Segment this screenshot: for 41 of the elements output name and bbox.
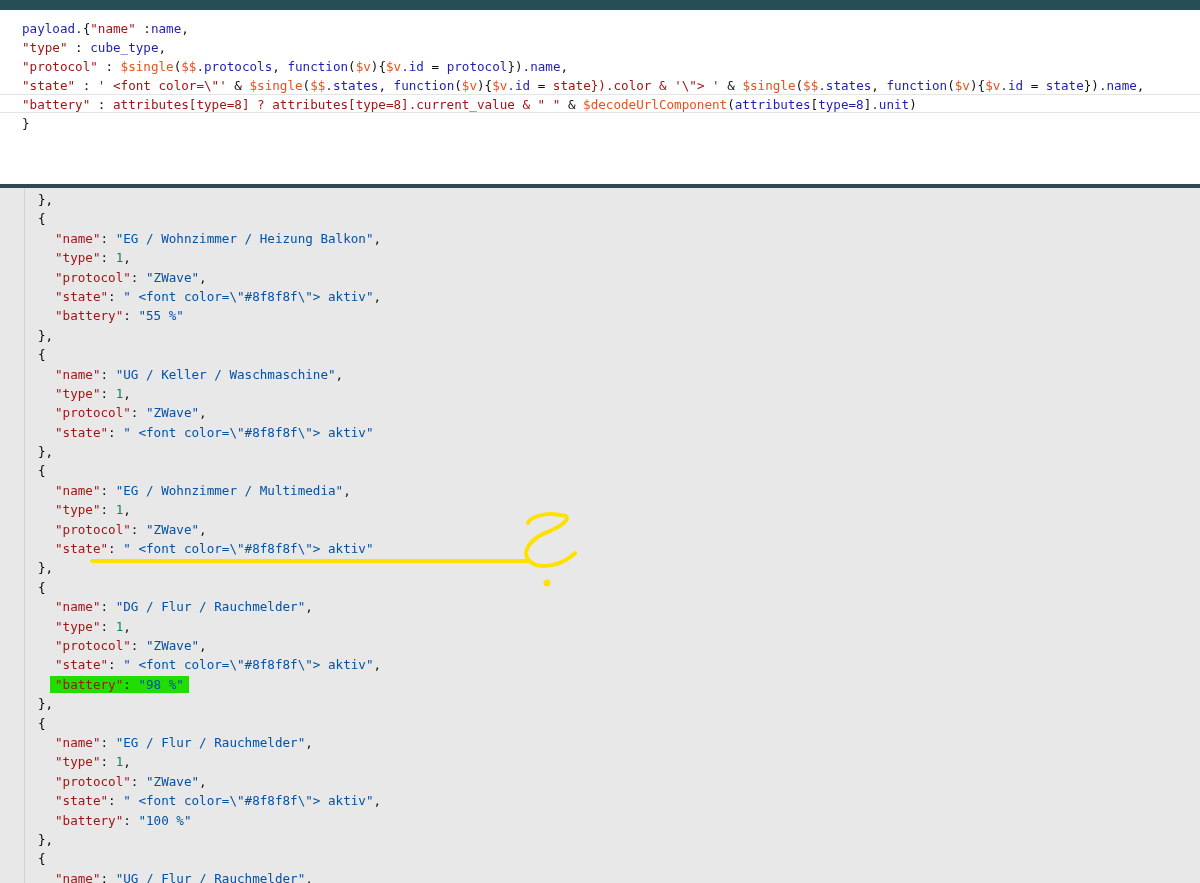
brace: }, [37, 443, 55, 462]
brace: { [37, 210, 47, 229]
brace: { [37, 346, 47, 365]
json-field: "name": "DG / Flur / Rauchmelder", [50, 598, 318, 616]
json-field: "battery": "98 %" [50, 675, 189, 693]
json-field: "protocol": "ZWave", [50, 520, 212, 538]
code-line: "state" : ' <font color=\"' & $single($$.states, function($v){$v.id = state}).color & '\"> ' & $single($$.states, function($v){$v.id = state}).name, [21, 77, 1146, 94]
json-field: "protocol": "ZWave", [50, 268, 212, 286]
json-field: "battery": "55 %" [50, 307, 189, 325]
json-field: "type": 1, [50, 384, 136, 402]
json-field: "protocol": "ZWave", [50, 404, 212, 422]
json-field: "state": " <font color=\"#8f8f8f\"> aktiv" [50, 540, 379, 558]
code-line: "type" : cube_type, [21, 39, 168, 56]
json-field: "state": " <font color=\"#8f8f8f\"> aktiv", [50, 656, 387, 674]
code-line: "battery" : attributes[type=8] ? attributes[type=8].current_value & " " & $decodeUrlComponent(attributes[type=8].unit) [0, 94, 1200, 113]
json-field: "type": 1, [50, 249, 136, 267]
brace: }, [37, 695, 55, 714]
brace: { [37, 714, 47, 733]
json-field: "name": "EG / Flur / Rauchmelder", [50, 733, 318, 751]
json-field: "protocol": "ZWave", [50, 637, 212, 654]
brace: { [37, 462, 47, 481]
code-line: "protocol" : $single($$.protocols, function($v){$v.id = protocol}).name, [21, 58, 570, 75]
code-line: } [21, 115, 31, 132]
json-field: "state": " <font color=\"#8f8f8f\"> aktiv" [50, 423, 379, 441]
brace: }, [37, 191, 55, 209]
json-field: "battery": "100 %" [50, 811, 197, 829]
json-field: "protocol": "ZWave", [50, 772, 212, 790]
brace: }, [37, 326, 55, 345]
code-line: payload.{"name" :name, [21, 20, 190, 37]
json-field: "name": "EG / Wohnzimmer / Multimedia", [50, 481, 356, 499]
json-field: "state": " <font color=\"#8f8f8f\"> aktiv", [50, 792, 387, 810]
json-field: "type": 1, [50, 501, 136, 519]
json-field: "state": " <font color=\"#8f8f8f\"> aktiv", [50, 287, 387, 305]
json-field: "type": 1, [50, 617, 136, 635]
brace: { [37, 578, 47, 597]
brace: { [37, 850, 47, 869]
json-field: "name": "EG / Wohnzimmer / Heizung Balkon", [50, 229, 387, 247]
brace: }, [37, 559, 55, 578]
brace: }, [37, 830, 55, 849]
json-field: "name": "UG / Keller / Waschmaschine", [50, 365, 349, 383]
json-field: "type": 1, [50, 753, 136, 771]
